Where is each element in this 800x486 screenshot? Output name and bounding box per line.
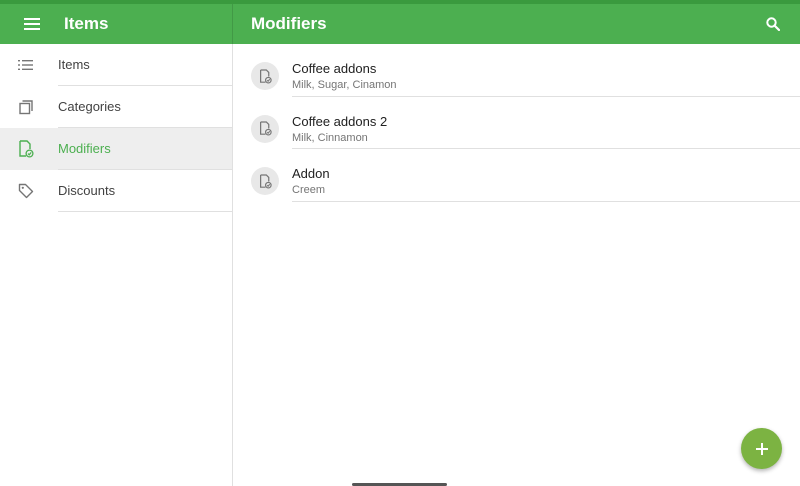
sidebar-item-label: Items — [58, 57, 90, 72]
modifiers-list: Coffee addons Milk, Sugar, Cinamon Coffe… — [233, 44, 800, 486]
modifier-subtitle: Milk, Cinnamon — [292, 131, 368, 144]
add-modifier-button[interactable] — [741, 428, 782, 469]
sidebar: Items Categories Modifiers Discounts — [0, 44, 233, 486]
plus-icon — [755, 442, 768, 455]
divider — [58, 211, 232, 212]
sidebar-item-categories[interactable]: Categories — [0, 86, 232, 128]
modifier-icon — [259, 173, 272, 188]
search-icon — [766, 17, 780, 31]
modifier-subtitle: Creem — [292, 184, 326, 196]
sidebar-item-discounts[interactable]: Discounts — [0, 170, 232, 212]
modifier-title: Coffee addons — [292, 61, 377, 76]
appbar-divider — [232, 4, 233, 44]
left-pane-title: Items — [64, 14, 109, 33]
sidebar-item-label: Modifiers — [58, 141, 111, 156]
page-title: Modifiers — [251, 14, 327, 33]
sidebar-item-label: Discounts — [58, 183, 116, 198]
menu-button[interactable] — [18, 12, 46, 36]
hamburger-icon — [24, 18, 40, 30]
modifier-icon — [259, 121, 272, 136]
modifier-icon — [259, 68, 272, 83]
copy-icon — [17, 98, 35, 116]
sidebar-item-items[interactable]: Items — [0, 44, 232, 86]
divider — [292, 200, 800, 202]
app-bar: Items Modifiers — [0, 4, 800, 44]
tag-icon — [17, 182, 35, 200]
list-item[interactable]: Addon Creem — [233, 149, 800, 202]
list-icon — [17, 56, 35, 74]
modifier-avatar — [251, 167, 279, 195]
modifier-title: Coffee addons 2 — [292, 113, 388, 129]
modifier-title: Addon — [292, 166, 330, 181]
sidebar-item-label: Categories — [58, 99, 121, 114]
modifier-avatar — [251, 62, 279, 90]
search-button[interactable] — [760, 12, 786, 36]
sidebar-item-modifiers[interactable]: Modifiers — [0, 128, 232, 170]
list-item[interactable]: Coffee addons Milk, Sugar, Cinamon — [233, 44, 800, 97]
modifier-icon — [17, 140, 35, 158]
list-item[interactable]: Coffee addons 2 Milk, Cinnamon — [233, 97, 800, 149]
modifier-avatar — [251, 114, 279, 143]
modifier-subtitle: Milk, Sugar, Cinamon — [292, 79, 397, 91]
